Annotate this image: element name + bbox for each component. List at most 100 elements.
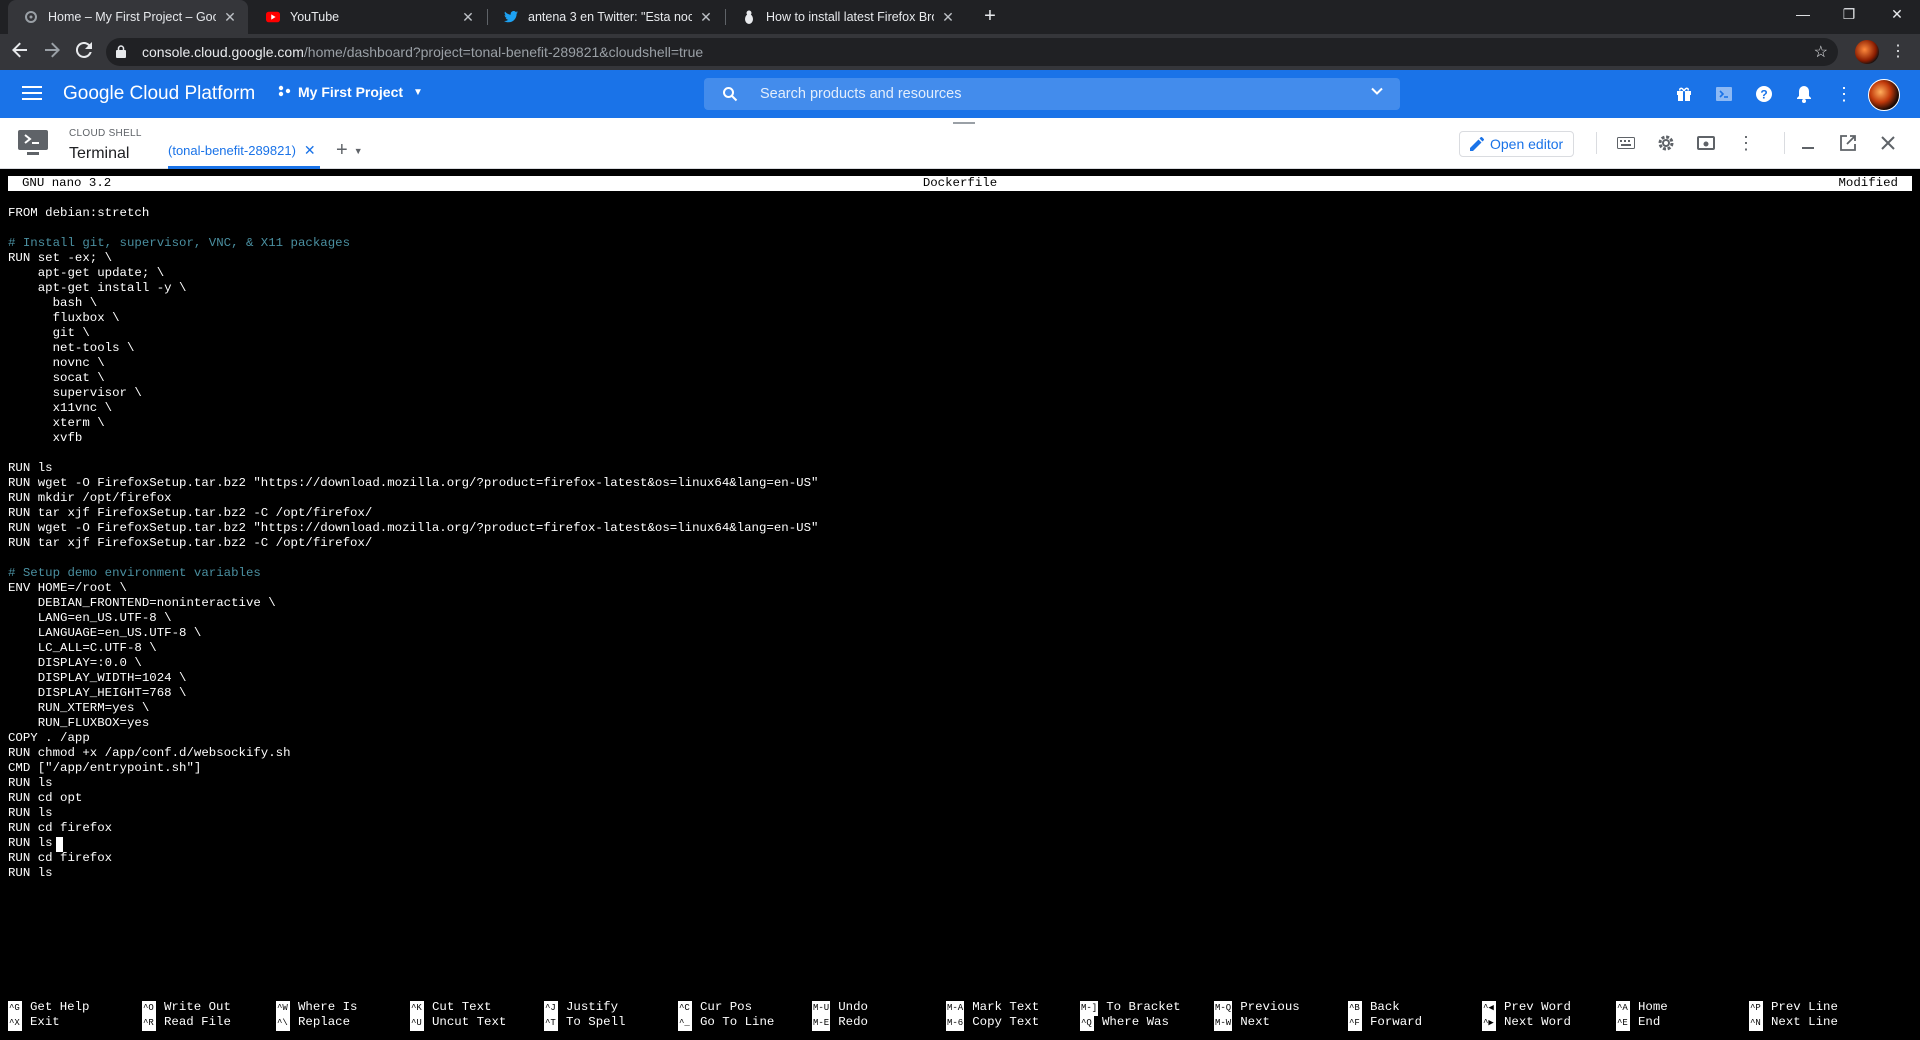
code-line[interactable]: RUN ls	[8, 776, 1908, 791]
tab-close-icon[interactable]: ✕	[460, 9, 476, 26]
close-icon[interactable]	[1876, 131, 1900, 155]
lock-icon[interactable]	[116, 45, 126, 63]
code-line[interactable]: DISPLAY_WIDTH=1024 \	[8, 671, 1908, 686]
shortcut-key: ^G	[8, 1001, 22, 1016]
code-line[interactable]: CMD ["/app/entrypoint.sh"]	[8, 761, 1908, 776]
resize-handle[interactable]	[953, 122, 975, 124]
code-line[interactable]: RUN ls	[8, 806, 1908, 821]
code-line[interactable]: ENV HOME=/root \	[8, 581, 1908, 596]
bookmark-star-icon[interactable]: ☆	[1814, 42, 1828, 62]
new-tab-button[interactable]: +	[978, 5, 1002, 29]
code-line[interactable]: LANG=en_US.UTF-8 \	[8, 611, 1908, 626]
restore-window-button[interactable]: ❐	[1826, 0, 1872, 30]
code-line[interactable]: LANGUAGE=en_US.UTF-8 \	[8, 626, 1908, 641]
code-line[interactable]: RUN_FLUXBOX=yes	[8, 716, 1908, 731]
code-line[interactable]: RUN chmod +x /app/conf.d/websockify.sh	[8, 746, 1908, 761]
code-line[interactable]: apt-get update; \	[8, 266, 1908, 281]
close-window-button[interactable]: ✕	[1874, 0, 1920, 30]
code-line[interactable]: DISPLAY=:0.0 \	[8, 656, 1908, 671]
nano-shortcut: ^G Get Help ^X Exit	[8, 1000, 138, 1031]
code-line[interactable]: RUN ls	[8, 836, 1908, 851]
code-line[interactable]	[8, 551, 1908, 566]
code-line[interactable]: xvfb	[8, 431, 1908, 446]
gift-icon[interactable]	[1672, 82, 1696, 106]
code-line[interactable]: RUN cd firefox	[8, 821, 1908, 836]
shortcut-key: ^▶	[1482, 1016, 1496, 1031]
tab-firefox-howto[interactable]: How to install latest Firefox Brow ✕	[726, 0, 966, 34]
nano-shortcut: ^A Home ^E End	[1616, 1000, 1746, 1031]
code-line[interactable]: xterm \	[8, 416, 1908, 431]
code-line[interactable]: socat \	[8, 371, 1908, 386]
app-title[interactable]: Google Cloud Platform	[63, 83, 255, 105]
minimize-icon[interactable]	[1796, 131, 1820, 155]
browser-profile-avatar[interactable]	[1855, 40, 1879, 64]
address-bar[interactable]: console.cloud.google.com/home/dashboard?…	[106, 38, 1838, 66]
tab-twitter[interactable]: antena 3 en Twitter: "Esta noche ✕	[488, 0, 724, 34]
help-icon[interactable]: ?	[1752, 82, 1776, 106]
chevron-down-icon[interactable]	[1370, 84, 1384, 101]
code-line[interactable]: RUN tar xjf FirefoxSetup.tar.bz2 -C /opt…	[8, 536, 1908, 551]
code-line[interactable]: bash \	[8, 296, 1908, 311]
code-line[interactable]: RUN cd firefox	[8, 851, 1908, 866]
editor-text-area[interactable]: FROM debian:stretch # Install git, superv…	[8, 206, 1908, 881]
reload-icon[interactable]	[72, 40, 96, 64]
code-line[interactable]: net-tools \	[8, 341, 1908, 356]
code-comment-line[interactable]: # Setup demo environment variables	[8, 566, 1908, 581]
code-line[interactable]	[8, 446, 1908, 461]
project-picker[interactable]: My First Project ▼	[278, 84, 423, 100]
forward-arrow-icon[interactable]	[40, 40, 64, 64]
code-line[interactable]: RUN tar xjf FirefoxSetup.tar.bz2 -C /opt…	[8, 506, 1908, 521]
code-line[interactable]: DISPLAY_HEIGHT=768 \	[8, 686, 1908, 701]
keyboard-icon[interactable]	[1614, 131, 1638, 155]
code-line[interactable]: apt-get install -y \	[8, 281, 1908, 296]
minimize-window-button[interactable]: —	[1780, 0, 1826, 30]
back-arrow-icon[interactable]	[8, 40, 32, 64]
code-line[interactable]: LC_ALL=C.UTF-8 \	[8, 641, 1908, 656]
tab-close-icon[interactable]: ✕	[222, 9, 238, 26]
shortcut-key: ^W	[276, 1001, 290, 1016]
terminal-panel[interactable]: GNU nano 3.2 Dockerfile Modified FROM de…	[0, 170, 1920, 1040]
tab-youtube[interactable]: YouTube ✕	[250, 0, 486, 34]
more-vert-icon[interactable]: ⋮	[1734, 131, 1758, 155]
code-line[interactable]: fluxbox \	[8, 311, 1908, 326]
tab-close-icon[interactable]: ✕	[940, 9, 956, 26]
code-comment-line[interactable]: # Install git, supervisor, VNC, & X11 pa…	[8, 236, 1908, 251]
code-line[interactable]: RUN ls	[8, 866, 1908, 881]
notifications-bell-icon[interactable]	[1792, 82, 1816, 106]
shortcut-label: Back	[1370, 1000, 1400, 1014]
code-line[interactable]: RUN ls	[8, 461, 1908, 476]
code-line[interactable]	[8, 221, 1908, 236]
open-editor-label: Open editor	[1490, 136, 1564, 152]
code-line[interactable]: RUN set -ex; \	[8, 251, 1908, 266]
code-line[interactable]: COPY . /app	[8, 731, 1908, 746]
code-line[interactable]: FROM debian:stretch	[8, 206, 1908, 221]
code-line[interactable]: RUN wget -O FirefoxSetup.tar.bz2 "https:…	[8, 521, 1908, 536]
code-line[interactable]: novnc \	[8, 356, 1908, 371]
web-preview-icon[interactable]	[1694, 131, 1718, 155]
open-in-new-window-icon[interactable]	[1836, 131, 1860, 155]
browser-menu-icon[interactable]: ⋮	[1888, 40, 1908, 64]
close-icon[interactable]: ✕	[304, 142, 316, 159]
code-line[interactable]: supervisor \	[8, 386, 1908, 401]
tab-gcp-home[interactable]: Home – My First Project – Googl ✕	[8, 0, 248, 34]
gear-icon[interactable]	[1654, 131, 1678, 155]
search-bar[interactable]: Search products and resources	[704, 78, 1400, 110]
hamburger-menu-icon[interactable]	[20, 82, 44, 106]
shortcut-key: ^_	[678, 1016, 692, 1031]
code-line[interactable]: DEBIAN_FRONTEND=noninteractive \	[8, 596, 1908, 611]
code-line[interactable]: x11vnc \	[8, 401, 1908, 416]
user-avatar[interactable]	[1868, 79, 1900, 111]
code-line[interactable]: RUN_XTERM=yes \	[8, 701, 1908, 716]
code-line[interactable]: git \	[8, 326, 1908, 341]
tab-close-icon[interactable]: ✕	[698, 9, 714, 26]
more-vert-icon[interactable]: ⋮	[1832, 82, 1856, 106]
cloud-shell-icon[interactable]	[1712, 82, 1736, 106]
code-line[interactable]: RUN mkdir /opt/firefox	[8, 491, 1908, 506]
open-editor-button[interactable]: Open editor	[1459, 131, 1575, 157]
code-line[interactable]: RUN cd opt	[8, 791, 1908, 806]
terminal-tab[interactable]: (tonal-benefit-289821) ✕	[168, 142, 316, 159]
code-line[interactable]: RUN wget -O FirefoxSetup.tar.bz2 "https:…	[8, 476, 1908, 491]
shortcut-key: ^J	[544, 1001, 558, 1016]
add-tab-button[interactable]: + ▼	[336, 139, 363, 162]
search-input[interactable]: Search products and resources	[760, 86, 962, 102]
